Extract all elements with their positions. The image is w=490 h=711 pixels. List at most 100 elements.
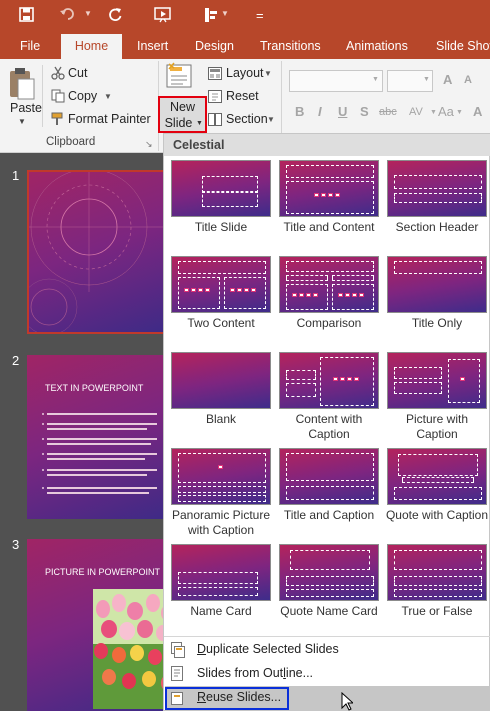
section-button[interactable]: Section xyxy=(226,112,268,126)
paste-dropdown-icon[interactable]: ▼ xyxy=(18,117,26,126)
shadow-button[interactable]: S xyxy=(360,104,369,119)
layout-comparison[interactable]: Comparison xyxy=(277,256,381,331)
layout-two-content[interactable]: Two Content xyxy=(169,256,273,331)
slide-thumbnail-1[interactable] xyxy=(27,170,167,334)
layout-quote-name-card[interactable]: Quote Name Card xyxy=(277,544,381,619)
save-icon[interactable] xyxy=(19,7,34,27)
layout-label: Comparison xyxy=(296,316,362,330)
reuse-slides-item[interactable]: Reuse Slides... xyxy=(165,686,490,711)
layout-label: Panoramic Picture with Caption xyxy=(171,508,271,537)
redo-icon[interactable] xyxy=(108,7,123,27)
layout-title-and-caption[interactable]: Title and Caption xyxy=(277,448,381,523)
layout-label: Title Slide xyxy=(194,220,248,234)
cut-button[interactable]: Cut xyxy=(68,66,87,80)
layout-name-card[interactable]: Name Card xyxy=(169,544,273,619)
start-from-beginning-icon[interactable] xyxy=(154,7,172,28)
mouse-cursor-icon xyxy=(341,692,353,711)
layout-picture-with-caption[interactable]: Picture with Caption xyxy=(385,352,489,442)
tulip-picture xyxy=(93,589,167,709)
underline-button[interactable]: U xyxy=(338,104,347,119)
layout-panoramic-picture-with-caption[interactable]: Panoramic Picture with Caption xyxy=(169,448,273,538)
tab-design[interactable]: Design xyxy=(195,34,234,59)
layout-label: Title and Caption xyxy=(283,508,375,522)
format-painter-button[interactable]: Format Painter xyxy=(68,112,151,126)
clipboard-launcher-icon[interactable]: ↘ xyxy=(145,139,153,150)
layout-label: Section Header xyxy=(395,220,479,234)
font-name-dropdown-icon[interactable]: ▼ xyxy=(372,76,379,83)
grow-font-icon[interactable]: A xyxy=(443,72,452,87)
tab-slide-show[interactable]: Slide Show xyxy=(436,34,490,59)
new-slide-icon[interactable] xyxy=(166,62,198,92)
layout-thumbnail xyxy=(387,544,487,601)
layout-label: Blank xyxy=(205,412,237,426)
theme-name: Celestial xyxy=(164,134,490,156)
presenter-dropdown-icon[interactable]: ▼ xyxy=(221,9,229,18)
slide-thumbnail-3[interactable]: PICTURE IN POWERPOINT xyxy=(27,539,167,711)
layout-thumbnail xyxy=(279,352,379,409)
layout-title-slide[interactable]: Title Slide xyxy=(169,160,273,235)
layout-thumbnail xyxy=(171,160,271,217)
italic-button[interactable]: I xyxy=(318,104,322,119)
change-case-dropdown-icon[interactable]: ▼ xyxy=(456,109,463,116)
layout-label: Title and Content xyxy=(283,220,375,234)
tab-home[interactable]: Home xyxy=(61,34,122,59)
section-dropdown-icon[interactable]: ▼ xyxy=(267,115,275,124)
customize-qat-icon[interactable]: = xyxy=(256,7,264,25)
layout-icon xyxy=(208,67,222,85)
tab-insert[interactable]: Insert xyxy=(137,34,168,59)
layout-dropdown-icon[interactable]: ▼ xyxy=(264,69,272,78)
menu-divider xyxy=(164,636,490,637)
format-painter-icon xyxy=(51,112,65,131)
presenter-icon[interactable] xyxy=(204,7,218,28)
character-spacing-button[interactable]: AV xyxy=(409,106,423,118)
tab-animations[interactable]: Animations xyxy=(346,34,408,59)
slide-thumbnails-pane: 1 2 TEXT IN POWERPOINT 3 PICTURE IN POWE… xyxy=(0,153,167,711)
slide-decoration xyxy=(29,172,165,332)
font-name-box[interactable] xyxy=(289,70,383,92)
character-spacing-dropdown-icon[interactable]: ▼ xyxy=(430,109,437,116)
layout-label: Name Card xyxy=(190,604,252,618)
tab-transitions[interactable]: Transitions xyxy=(260,34,321,59)
slide-body-text xyxy=(42,413,157,494)
paste-button[interactable]: Paste xyxy=(10,101,42,115)
slides-from-outline-item[interactable]: Slides from Outline... xyxy=(165,662,490,686)
copy-button[interactable]: Copy xyxy=(68,89,97,103)
undo-icon[interactable] xyxy=(60,7,76,27)
ribbon-tabs: File Home Insert Design Transitions Anim… xyxy=(0,34,490,59)
slide-thumbnail-2[interactable]: TEXT IN POWERPOINT xyxy=(27,355,167,519)
reset-icon xyxy=(208,90,222,108)
layout-content-with-caption[interactable]: Content with Caption xyxy=(277,352,381,442)
shrink-font-icon[interactable]: A xyxy=(464,74,472,86)
bold-button[interactable]: B xyxy=(295,104,304,119)
new-slide-label: New xyxy=(169,100,195,114)
layout-title-and-content[interactable]: Title and Content xyxy=(277,160,381,235)
tab-file[interactable]: File xyxy=(20,34,40,59)
slide-number: 2 xyxy=(12,353,20,368)
new-slide-gallery: Celestial Title Slide Title and Content … xyxy=(163,133,490,711)
layout-section-header[interactable]: Section Header xyxy=(385,160,489,235)
slide-number: 1 xyxy=(12,168,20,183)
new-slide-button[interactable]: New Slide ▼ xyxy=(158,96,207,133)
change-case-button[interactable]: Aa xyxy=(438,104,454,119)
duplicate-selected-slides-item[interactable]: Duplicate Selected Slides xyxy=(165,638,490,662)
layout-quote-with-caption[interactable]: Quote with Caption xyxy=(385,448,489,523)
slide-title: PICTURE IN POWERPOINT xyxy=(45,567,161,577)
reset-button[interactable]: Reset xyxy=(226,89,259,103)
layout-blank[interactable]: Blank xyxy=(169,352,273,427)
strikethrough-button[interactable]: abc xyxy=(379,106,397,118)
layout-true-or-false[interactable]: True or False xyxy=(385,544,489,619)
layout-thumbnail xyxy=(279,256,379,313)
layout-label: Content with Caption xyxy=(295,412,363,441)
divider xyxy=(42,65,43,127)
copy-dropdown-icon[interactable]: ▼ xyxy=(104,92,112,101)
duplicate-selected-slides-label: Duplicate Selected Slides xyxy=(197,642,339,656)
layout-thumbnail xyxy=(387,256,487,313)
paste-icon[interactable] xyxy=(8,67,36,101)
layout-label: Picture with Caption xyxy=(405,412,469,441)
undo-dropdown-icon[interactable]: ▼ xyxy=(84,9,92,18)
font-color-icon[interactable]: A xyxy=(473,104,482,119)
slide-number: 3 xyxy=(12,537,20,552)
layout-button[interactable]: Layout xyxy=(226,66,264,80)
font-size-dropdown-icon[interactable]: ▼ xyxy=(423,76,430,83)
layout-title-only[interactable]: Title Only xyxy=(385,256,489,331)
